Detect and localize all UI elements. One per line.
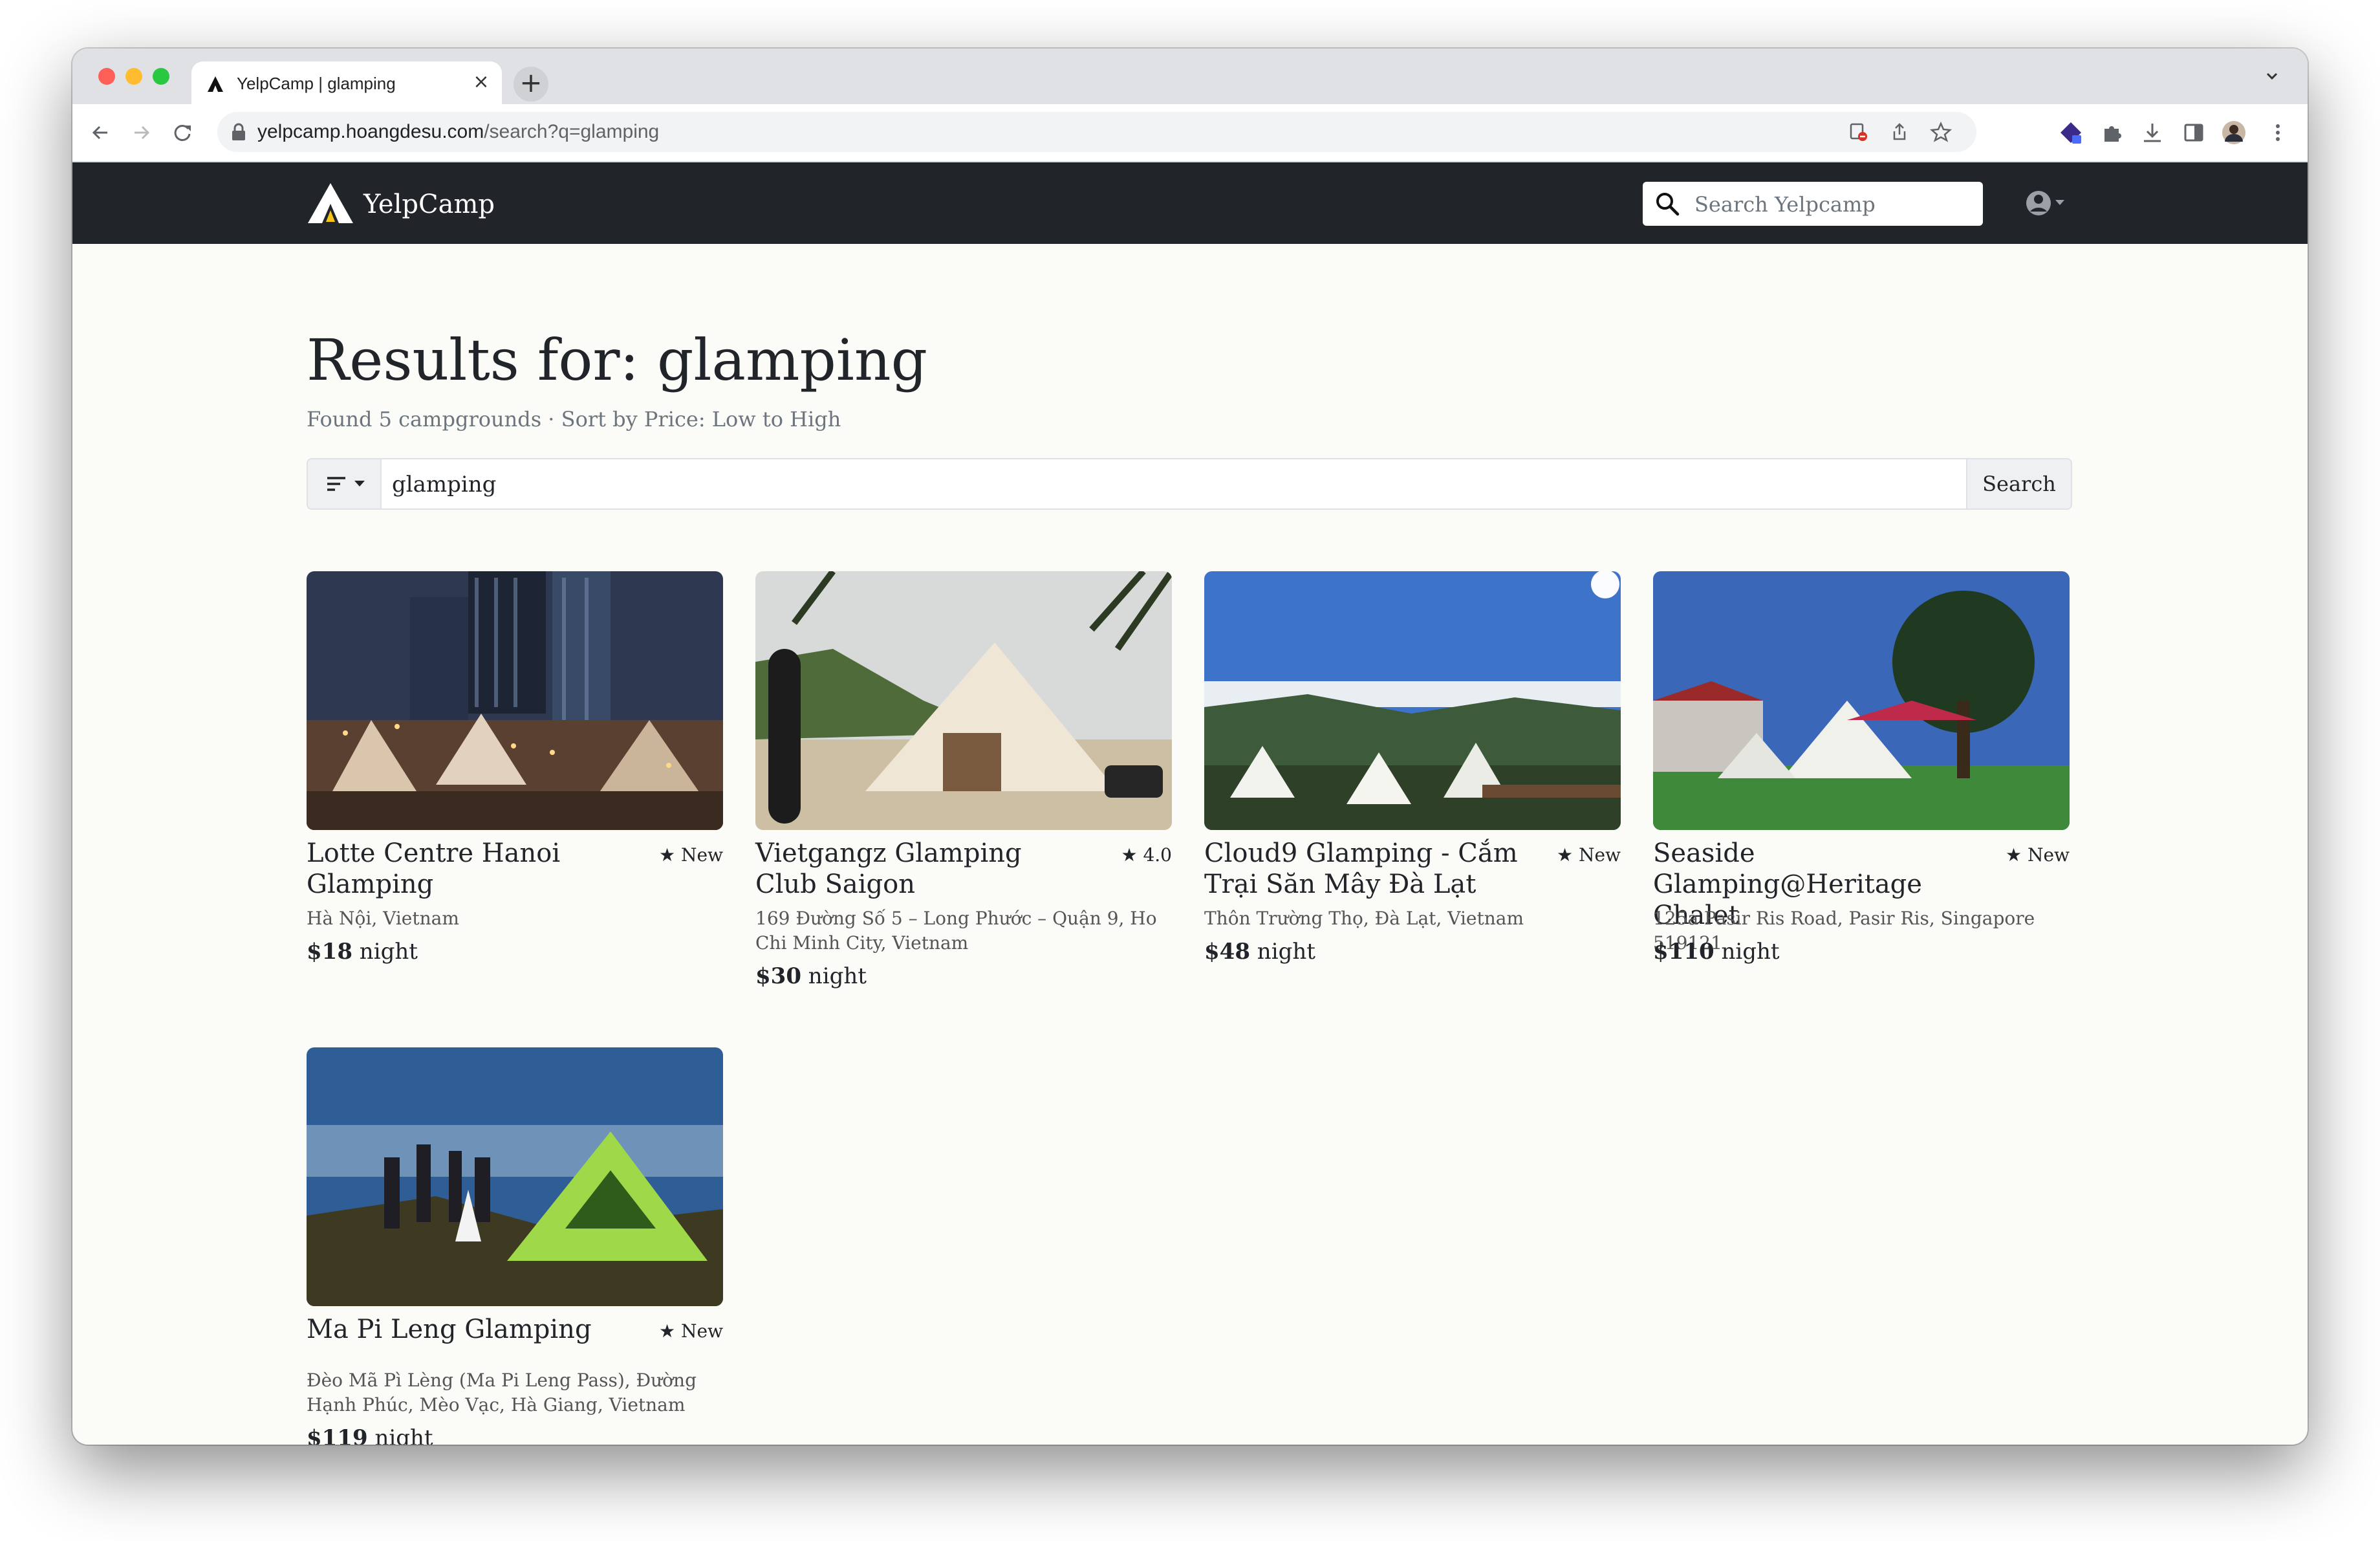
campground-location: 169 Đường Số 5 – Long Phước – Quận 9, Ho… [755,908,1157,954]
price-unit: night [808,963,867,989]
navbar-search[interactable] [1643,182,1983,226]
price-amount: $48 [1204,939,1250,965]
lock-icon[interactable] [230,122,247,142]
price-amount: $110 [1653,939,1715,965]
browser-toolbar: yelpcamp.hoangdesu.com/search?q=glamping [72,104,2308,162]
reload-icon[interactable] [169,120,195,146]
campground-title[interactable]: Lotte Centre Hanoi Glamping [307,838,630,900]
brand-name: YelpCamp [363,190,495,219]
price-unit: night [374,1425,433,1445]
price-amount: $30 [755,963,801,989]
side-panel-icon[interactable] [2181,120,2207,146]
campground-location: Hà Nội, Vietnam [307,908,459,929]
address-bar[interactable]: yelpcamp.hoangdesu.com/search?q=glamping [217,112,1976,152]
price-amount: $119 [307,1425,368,1445]
profile-avatar-icon[interactable] [2221,120,2247,146]
campground-price: $18 night [307,939,418,965]
campground-image[interactable] [307,571,723,830]
url-text[interactable]: yelpcamp.hoangdesu.com/search?q=glamping [257,121,659,143]
campground-rating: ★ New [658,1320,723,1342]
sort-dropdown-button[interactable] [308,459,382,508]
url-host: yelpcamp.hoangdesu.com [257,121,484,142]
close-window-button[interactable] [98,68,115,85]
share-icon[interactable] [1888,121,1910,143]
campground-rating: ★ New [1556,844,1621,866]
browser-window: YelpCamp | glamping × + yelpcamp.hoangde… [72,49,2308,1445]
campground-rating: ★ New [2005,844,2070,866]
campground-price: $30 night [755,963,867,989]
campground-title[interactable]: Ma Pi Leng Glamping [307,1314,630,1345]
tab-strip: YelpCamp | glamping × + [72,49,2308,104]
blocked-content-icon[interactable] [1847,121,1869,143]
campground-rating: ★ New [658,844,723,866]
campground-rating: ★ 4.0 [1121,844,1172,866]
price-unit: night [359,939,418,965]
campground-image[interactable] [1204,571,1621,830]
navbar-search-input[interactable] [1693,187,1974,222]
tab-yelpcamp[interactable]: YelpCamp | glamping × [191,61,502,104]
campground-image[interactable] [307,1047,723,1306]
back-arrow-icon[interactable] [88,120,114,146]
page-title: Results for: glamping [307,327,927,393]
campground-price: $110 night [1653,939,1780,965]
campground-title[interactable]: Cloud9 Glamping - Cắm Trại Săn Mây Đà Lạ… [1204,838,1528,900]
price-unit: night [1257,939,1315,965]
sort-icon [327,477,365,491]
campground-location: Thôn Trường Thọ, Đà Lạt, Vietnam [1204,908,1524,929]
maximize-window-button[interactable] [153,68,169,85]
search-bar: Search [307,458,2072,510]
results-summary: Found 5 campgrounds · Sort by Price: Low… [307,407,841,432]
download-icon[interactable] [2139,120,2165,146]
url-path: /search?q=glamping [484,121,660,142]
tent-favicon-icon [208,76,223,92]
site-navbar: YelpCamp [72,162,2308,244]
search-icon [1656,193,1680,216]
extension-badge-icon[interactable] [2058,120,2084,146]
forward-arrow-icon[interactable] [128,120,154,146]
tab-close-icon[interactable]: × [470,71,493,94]
price-amount: $18 [307,939,352,965]
search-button[interactable]: Search [1966,459,2071,508]
tab-title: YelpCamp | glamping [237,74,396,93]
bookmark-star-icon[interactable] [1930,121,1952,143]
price-unit: night [1721,939,1780,965]
extensions-puzzle-icon[interactable] [2099,120,2125,146]
campground-title[interactable]: Vietgangz Glamping Club Saigon [755,838,1079,900]
yelpcamp-logo-icon [308,183,353,223]
new-tab-button[interactable]: + [514,67,548,102]
minimize-window-button[interactable] [125,68,142,85]
campground-location: Đèo Mã Pì Lèng (Ma Pi Leng Pass), Đường … [307,1370,697,1415]
campground-image[interactable] [1653,571,2070,830]
campground-price: $48 night [1204,939,1315,965]
tab-search-chevron-icon[interactable] [2262,67,2282,86]
search-input[interactable] [391,466,1945,503]
user-menu-toggle[interactable] [2023,187,2075,219]
more-menu-icon[interactable] [2265,120,2291,146]
campground-image[interactable] [755,571,1172,830]
campground-price: $119 night [307,1425,433,1445]
